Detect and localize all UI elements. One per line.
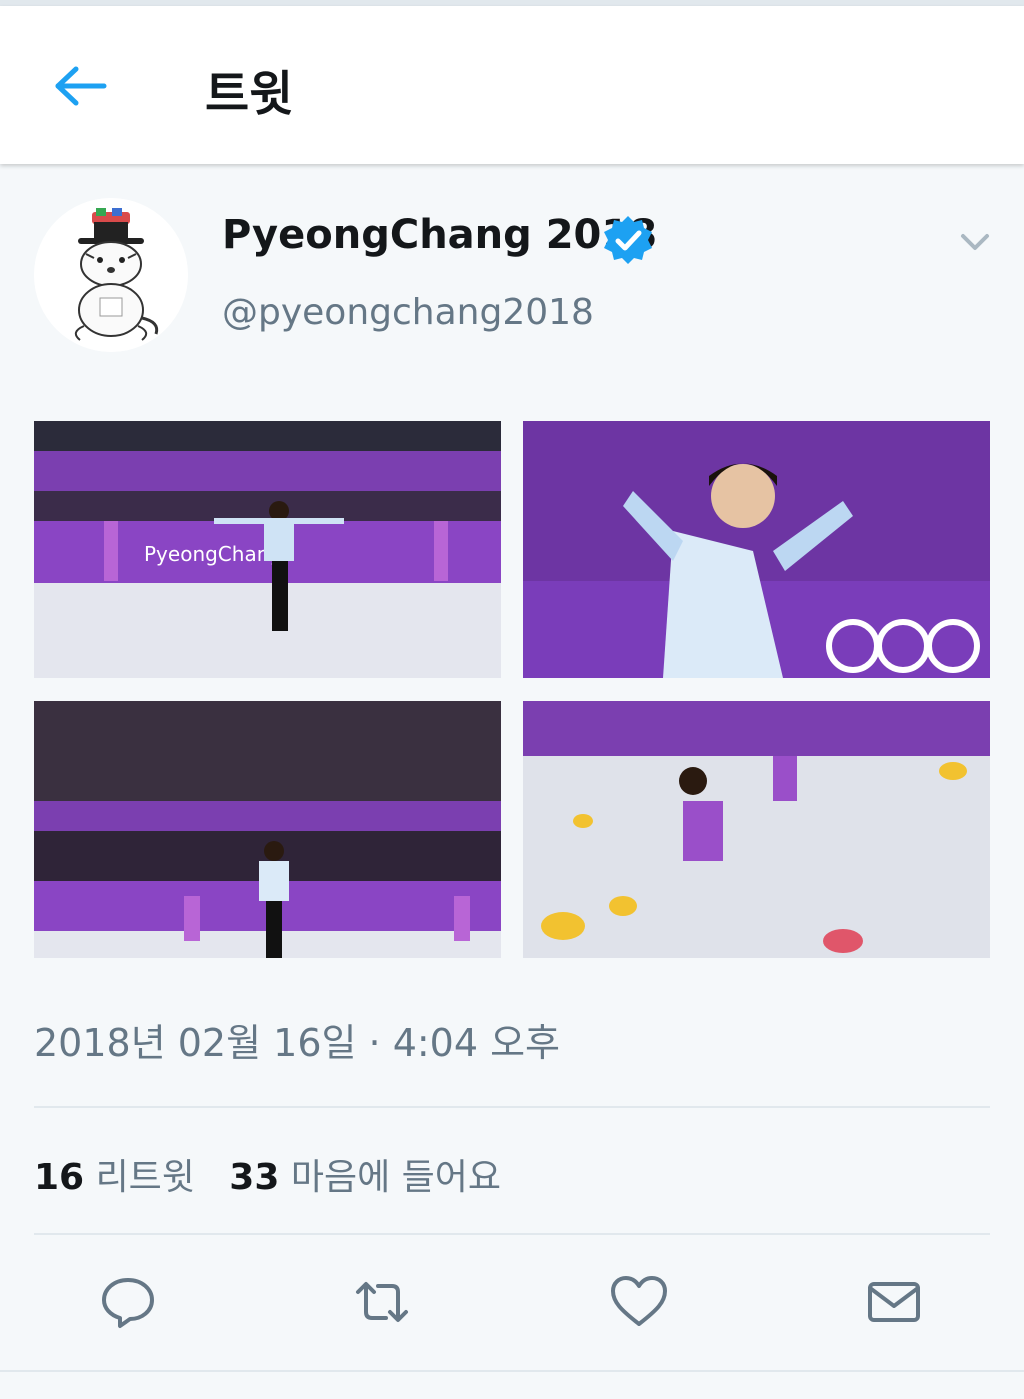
back-button[interactable] xyxy=(50,61,110,111)
retweet-icon xyxy=(356,1282,408,1322)
author-display-name[interactable]: PyeongChang 2018 xyxy=(222,212,657,258)
like-label[interactable]: 마음에 들어요 xyxy=(291,1157,501,1198)
arrow-left-icon xyxy=(55,66,107,106)
share-via-message-button[interactable] xyxy=(864,1272,924,1332)
svg-text:PyeongChang: PyeongChang xyxy=(144,542,282,566)
divider xyxy=(0,1370,1024,1372)
figure-skating-photo-icon xyxy=(34,701,501,958)
reply-icon xyxy=(102,1278,154,1328)
tweet-timestamp: 2018년 02월 16일 · 4:04 오후 xyxy=(34,1021,561,1065)
author-handle[interactable]: @pyeongchang2018 xyxy=(222,292,594,333)
tweet-stats: 16 리트윗 33 마음에 들어요 xyxy=(34,1148,501,1200)
tweet-photo-4[interactable] xyxy=(523,701,990,958)
retweet-button[interactable] xyxy=(352,1272,412,1332)
page-title: 트윗 xyxy=(205,66,294,122)
mail-icon xyxy=(868,1282,920,1322)
avatar[interactable] xyxy=(34,198,188,352)
figure-skating-photo-icon xyxy=(523,421,990,678)
tweet-photo-3[interactable] xyxy=(34,701,501,958)
figure-skating-photo-icon: PyeongChang xyxy=(34,421,501,678)
chevron-down-icon[interactable] xyxy=(955,222,995,262)
divider xyxy=(34,1233,990,1235)
app-header: 트윗 xyxy=(0,6,1024,164)
tweet-photo-1[interactable]: PyeongChang xyxy=(34,421,501,678)
divider xyxy=(34,1106,990,1108)
heart-icon xyxy=(611,1276,667,1326)
like-button[interactable] xyxy=(609,1272,669,1332)
retweet-count[interactable]: 16 xyxy=(34,1157,84,1198)
tweet-photo-2[interactable] xyxy=(523,421,990,678)
mascot-tiger-avatar-icon xyxy=(34,198,188,352)
like-count[interactable]: 33 xyxy=(229,1157,279,1198)
retweet-label[interactable]: 리트윗 xyxy=(96,1157,195,1198)
reply-button[interactable] xyxy=(98,1272,158,1332)
figure-skating-photo-icon xyxy=(523,701,990,958)
verified-badge-icon xyxy=(604,216,652,264)
